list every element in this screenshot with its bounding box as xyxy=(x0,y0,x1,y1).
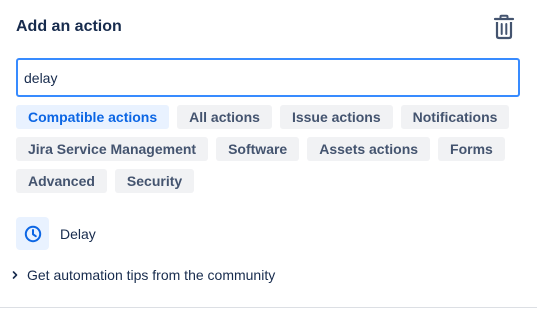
add-action-panel: Add an action Compatible actions All act… xyxy=(0,0,537,312)
chip-security[interactable]: Security xyxy=(114,169,195,193)
chip-row: Compatible actions All actions Issue act… xyxy=(16,105,526,129)
result-item-delay[interactable]: Delay xyxy=(16,217,96,250)
search-input[interactable] xyxy=(16,58,520,97)
automation-tips-toggle[interactable]: Get automation tips from the community xyxy=(10,267,275,283)
result-icon-tile xyxy=(16,217,49,250)
chip-all-actions[interactable]: All actions xyxy=(177,105,272,129)
chevron-right-icon xyxy=(12,271,18,279)
panel-title: Add an action xyxy=(16,18,122,35)
chip-issue-actions[interactable]: Issue actions xyxy=(279,105,393,129)
delete-button[interactable] xyxy=(492,14,516,40)
divider xyxy=(0,307,537,308)
chip-advanced[interactable]: Advanced xyxy=(16,169,107,193)
chip-software[interactable]: Software xyxy=(216,137,300,161)
chip-forms[interactable]: Forms xyxy=(438,137,505,161)
tips-label: Get automation tips from the community xyxy=(27,267,276,283)
chip-jira-service-management[interactable]: Jira Service Management xyxy=(16,137,209,161)
trash-icon xyxy=(493,14,515,40)
filter-chips: Compatible actions All actions Issue act… xyxy=(16,105,526,201)
chip-compatible-actions[interactable]: Compatible actions xyxy=(16,105,170,129)
chip-row: Jira Service Management Software Assets … xyxy=(16,137,526,161)
chip-row: Advanced Security xyxy=(16,169,526,193)
clock-icon xyxy=(24,225,41,242)
chip-notifications[interactable]: Notifications xyxy=(400,105,510,129)
chip-assets-actions[interactable]: Assets actions xyxy=(307,137,431,161)
result-label: Delay xyxy=(60,225,96,242)
